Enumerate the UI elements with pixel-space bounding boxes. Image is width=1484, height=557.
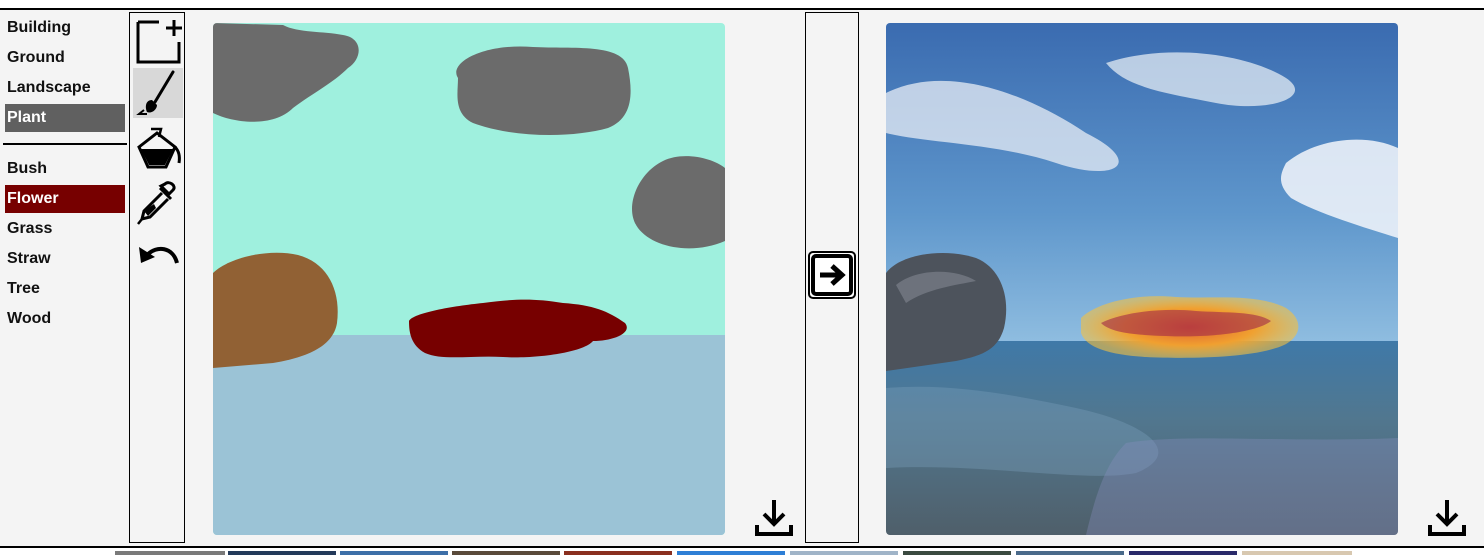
segmentation-canvas[interactable] — [213, 23, 725, 535]
subcategory-straw[interactable]: Straw — [5, 245, 125, 273]
rock-region — [456, 46, 631, 135]
gallery-thumbnail[interactable] — [903, 551, 1011, 555]
gallery-thumbnail[interactable] — [340, 551, 448, 555]
gallery-thumbnail[interactable] — [115, 551, 225, 555]
new-canvas-icon — [136, 20, 182, 64]
tool-panel — [129, 12, 185, 543]
gallery-thumbnail[interactable] — [1016, 551, 1124, 555]
gallery-thumbnail[interactable] — [564, 551, 672, 555]
category-landscape[interactable]: Landscape — [5, 74, 125, 102]
category-panel: Building Ground Landscape Plant Bush Flo… — [0, 12, 128, 544]
arrow-right-icon — [808, 251, 856, 299]
brush-icon — [136, 70, 175, 115]
new-canvas-tool[interactable] — [133, 16, 183, 66]
subcategory-grass[interactable]: Grass — [5, 215, 125, 243]
generate-panel — [805, 12, 859, 543]
gallery-thumbnail[interactable] — [790, 551, 898, 555]
fill-tool[interactable] — [133, 123, 183, 173]
gallery-thumbnail[interactable] — [1129, 551, 1237, 555]
undo-tool[interactable] — [133, 233, 183, 283]
gallery-thumbnail[interactable] — [1242, 551, 1352, 555]
segmentation-drawing — [213, 23, 725, 535]
category-plant[interactable]: Plant — [5, 104, 125, 132]
gallery-thumbnail[interactable] — [677, 551, 785, 555]
gallery-thumbnail[interactable] — [228, 551, 336, 555]
eyedropper-tool[interactable] — [133, 178, 183, 228]
gallery-thumbnail[interactable] — [452, 551, 560, 555]
subcategory-wood[interactable]: Wood — [5, 305, 125, 333]
category-building[interactable]: Building — [5, 14, 125, 42]
download-output-button[interactable] — [1427, 497, 1467, 537]
subcategory-flower[interactable]: Flower — [5, 185, 125, 213]
generated-image — [886, 23, 1398, 535]
brush-tool[interactable] — [133, 68, 183, 118]
category-divider — [3, 143, 127, 145]
generated-photo — [886, 23, 1398, 535]
subcategory-tree[interactable]: Tree — [5, 275, 125, 303]
category-ground[interactable]: Ground — [5, 44, 125, 72]
undo-icon — [139, 246, 179, 264]
download-icon — [755, 500, 793, 536]
download-icon — [1428, 500, 1466, 536]
subcategory-bush[interactable]: Bush — [5, 155, 125, 183]
download-segmentation-button[interactable] — [754, 497, 794, 537]
paint-bucket-icon — [137, 127, 181, 169]
eyedropper-icon — [137, 181, 176, 225]
sea-region — [213, 335, 725, 535]
generate-button[interactable] — [808, 251, 856, 299]
top-border — [0, 0, 1484, 10]
